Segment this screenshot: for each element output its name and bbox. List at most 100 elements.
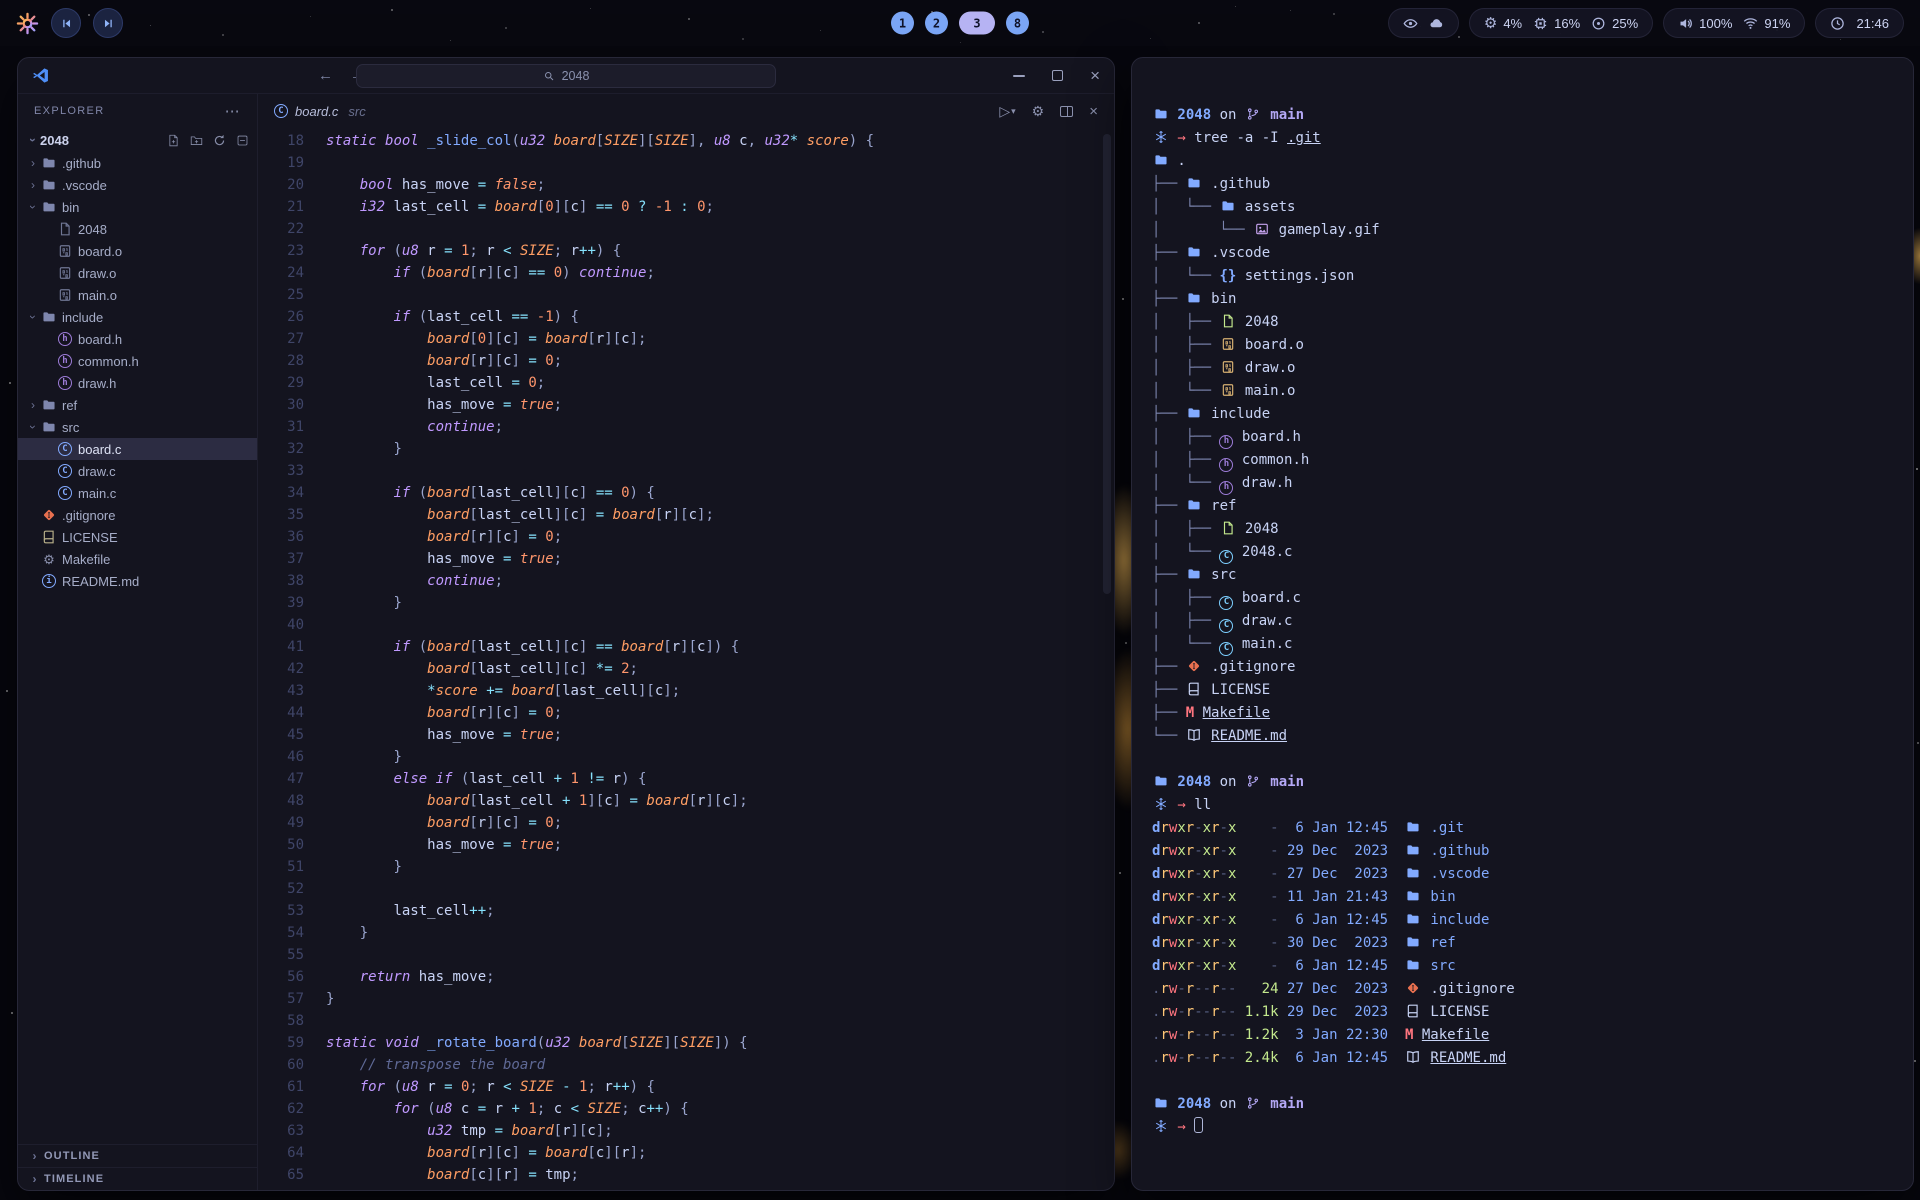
explorer-item-common.h[interactable]: hcommon.h: [18, 350, 257, 372]
workspace-1[interactable]: 1: [891, 12, 914, 35]
outline-panel[interactable]: ›OUTLINE: [18, 1144, 257, 1167]
code-line-44[interactable]: 44 board[r][c] = 0;: [258, 702, 1114, 724]
breadcrumb[interactable]: src: [348, 104, 365, 119]
explorer-item-2048[interactable]: 2048: [18, 218, 257, 240]
explorer-item-board.c[interactable]: Cboard.c: [18, 438, 257, 460]
code-line-61[interactable]: 61 for (u8 r = 0; r < SIZE - 1; r++) {: [258, 1076, 1114, 1098]
code-line-52[interactable]: 52: [258, 878, 1114, 900]
explorer-item-include[interactable]: ›include: [18, 306, 257, 328]
close-button[interactable]: ×: [1090, 67, 1100, 84]
new-folder-icon[interactable]: [190, 134, 203, 147]
terminal-window[interactable]: 2048 on main → tree -a -I .git .├── .git…: [1131, 57, 1914, 1191]
explorer-item-README.md[interactable]: iREADME.md: [18, 570, 257, 592]
code-line-38[interactable]: 38 continue;: [258, 570, 1114, 592]
code-line-34[interactable]: 34 if (board[last_cell][c] == 0) {: [258, 482, 1114, 504]
explorer-item-Makefile[interactable]: ⚙Makefile: [18, 548, 257, 570]
code-line-18[interactable]: 18static bool _slide_col(u32 board[SIZE]…: [258, 130, 1114, 152]
maximize-button[interactable]: [1052, 70, 1063, 81]
editor-pane[interactable]: C board.c src ▷▾ ⚙ × 18static bool _slid…: [258, 94, 1114, 1190]
clock-widget[interactable]: 21:46: [1815, 8, 1904, 38]
timeline-panel[interactable]: ›TIMELINE: [18, 1167, 257, 1190]
code-line-27[interactable]: 27 board[0][c] = board[r][c];: [258, 328, 1114, 350]
code-line-31[interactable]: 31 continue;: [258, 416, 1114, 438]
code-line-41[interactable]: 41 if (board[last_cell][c] == board[r][c…: [258, 636, 1114, 658]
code-line-28[interactable]: 28 board[r][c] = 0;: [258, 350, 1114, 372]
code-line-29[interactable]: 29 last_cell = 0;: [258, 372, 1114, 394]
code-line-36[interactable]: 36 board[r][c] = 0;: [258, 526, 1114, 548]
code-line-40[interactable]: 40: [258, 614, 1114, 636]
explorer-item-board.o[interactable]: board.o: [18, 240, 257, 262]
code-line-49[interactable]: 49 board[r][c] = 0;: [258, 812, 1114, 834]
editor-scrollbar[interactable]: [1103, 134, 1111, 594]
explorer-item-draw.h[interactable]: hdraw.h: [18, 372, 257, 394]
code-line-37[interactable]: 37 has_move = true;: [258, 548, 1114, 570]
code-line-24[interactable]: 24 if (board[r][c] == 0) continue;: [258, 262, 1114, 284]
code-line-56[interactable]: 56 return has_move;: [258, 966, 1114, 988]
workspace-3[interactable]: 3: [959, 12, 995, 35]
explorer-item-.vscode[interactable]: ›.vscode: [18, 174, 257, 196]
media-prev-button[interactable]: [51, 8, 81, 38]
code-line-33[interactable]: 33: [258, 460, 1114, 482]
close-editor-button[interactable]: ×: [1089, 104, 1098, 119]
code-line-22[interactable]: 22: [258, 218, 1114, 240]
explorer-root-folder[interactable]: › 2048: [18, 128, 257, 152]
code-line-20[interactable]: 20 bool has_move = false;: [258, 174, 1114, 196]
code-line-54[interactable]: 54 }: [258, 922, 1114, 944]
run-button[interactable]: ▷▾: [999, 103, 1015, 120]
code-line-21[interactable]: 21 i32 last_cell = board[0][c] == 0 ? -1…: [258, 196, 1114, 218]
code-line-57[interactable]: 57}: [258, 988, 1114, 1010]
explorer-item-draw.o[interactable]: draw.o: [18, 262, 257, 284]
explorer-item-draw.c[interactable]: Cdraw.c: [18, 460, 257, 482]
code-line-53[interactable]: 53 last_cell++;: [258, 900, 1114, 922]
code-line-46[interactable]: 46 }: [258, 746, 1114, 768]
code-line-50[interactable]: 50 has_move = true;: [258, 834, 1114, 856]
code-line-58[interactable]: 58: [258, 1010, 1114, 1032]
code-line-25[interactable]: 25: [258, 284, 1114, 306]
code-line-55[interactable]: 55: [258, 944, 1114, 966]
code-line-42[interactable]: 42 board[last_cell][c] *= 2;: [258, 658, 1114, 680]
explorer-item-ref[interactable]: ›ref: [18, 394, 257, 416]
volume-stat[interactable]: 100%: [1678, 16, 1732, 31]
editor-settings-icon[interactable]: ⚙: [1032, 104, 1045, 118]
explorer-item-src[interactable]: ›src: [18, 416, 257, 438]
explorer-item-.github[interactable]: ›.github: [18, 152, 257, 174]
code-line-48[interactable]: 48 board[last_cell + 1][c] = board[r][c]…: [258, 790, 1114, 812]
code-line-19[interactable]: 19: [258, 152, 1114, 174]
nav-back-button[interactable]: ←: [318, 67, 333, 84]
code-line-32[interactable]: 32 }: [258, 438, 1114, 460]
workspace-8[interactable]: 8: [1006, 12, 1029, 35]
code-line-30[interactable]: 30 has_move = true;: [258, 394, 1114, 416]
explorer-more-actions-icon[interactable]: ⋯: [225, 102, 241, 120]
media-next-button[interactable]: [93, 8, 123, 38]
explorer-item-.gitignore[interactable]: .gitignore: [18, 504, 257, 526]
cloud-icon[interactable]: [1429, 16, 1444, 31]
collapse-all-icon[interactable]: [236, 134, 249, 147]
code-line-63[interactable]: 63 u32 tmp = board[r][c];: [258, 1120, 1114, 1142]
code-line-35[interactable]: 35 board[last_cell][c] = board[r][c];: [258, 504, 1114, 526]
refresh-icon[interactable]: [213, 134, 226, 147]
code-line-39[interactable]: 39 }: [258, 592, 1114, 614]
code-line-43[interactable]: 43 *score += board[last_cell][c];: [258, 680, 1114, 702]
explorer-item-LICENSE[interactable]: LICENSE: [18, 526, 257, 548]
eye-icon[interactable]: [1403, 16, 1418, 31]
code-line-26[interactable]: 26 if (last_cell == -1) {: [258, 306, 1114, 328]
vscode-titlebar[interactable]: ← → 2048 ×: [18, 58, 1114, 94]
new-file-icon[interactable]: [167, 134, 180, 147]
code-line-59[interactable]: 59static void _rotate_board(u32 board[SI…: [258, 1032, 1114, 1054]
code-line-45[interactable]: 45 has_move = true;: [258, 724, 1114, 746]
explorer-item-bin[interactable]: ›bin: [18, 196, 257, 218]
code-line-23[interactable]: 23 for (u8 r = 1; r < SIZE; r++) {: [258, 240, 1114, 262]
distro-logo-icon[interactable]: [16, 12, 39, 35]
explorer-item-main.c[interactable]: Cmain.c: [18, 482, 257, 504]
code-line-60[interactable]: 60 // transpose the board: [258, 1054, 1114, 1076]
explorer-item-board.h[interactable]: hboard.h: [18, 328, 257, 350]
workspace-2[interactable]: 2: [925, 12, 948, 35]
code-line-64[interactable]: 64 board[r][c] = board[c][r];: [258, 1142, 1114, 1164]
minimize-button[interactable]: [1013, 75, 1025, 77]
tab-filename[interactable]: board.c: [295, 104, 338, 119]
code-line-65[interactable]: 65 board[c][r] = tmp;: [258, 1164, 1114, 1186]
code-line-47[interactable]: 47 else if (last_cell + 1 != r) {: [258, 768, 1114, 790]
code-line-51[interactable]: 51 }: [258, 856, 1114, 878]
vscode-logo-icon[interactable]: [32, 67, 49, 84]
split-editor-button[interactable]: [1060, 106, 1073, 117]
